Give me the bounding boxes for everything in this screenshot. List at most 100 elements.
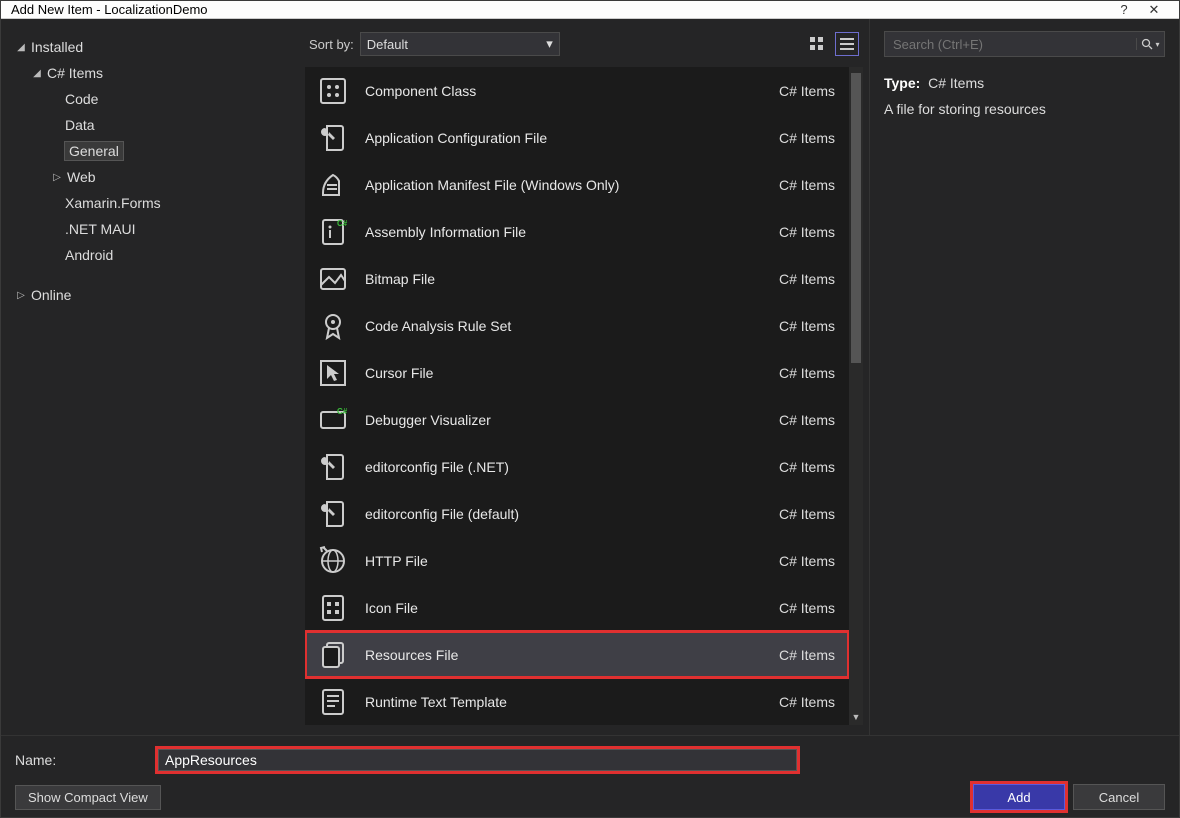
cursor-icon [315,355,351,391]
template-row[interactable]: Runtime Text Template C# Items [305,678,849,725]
search-icon[interactable]: ▾ [1136,38,1164,50]
tree-item-general[interactable]: General [15,138,291,164]
template-row[interactable]: Code Analysis Rule Set C# Items [305,302,849,349]
globe-icon [315,543,351,579]
template-category: C# Items [779,694,835,710]
help-button[interactable]: ? [1109,2,1139,17]
template-name: Runtime Text Template [365,694,765,710]
add-button[interactable]: Add [973,784,1065,810]
tree-item-installed[interactable]: ◢ Installed [15,34,291,60]
template-list[interactable]: Component ClassC# ItemsApplication Confi… [305,67,849,725]
template-row[interactable]: editorconfig File (.NET)C# Items [305,443,849,490]
name-field-highlight [155,746,800,774]
compact-view-button[interactable]: Show Compact View [15,785,161,810]
template-row[interactable]: Debugger Visualizer C# Items [305,396,849,443]
template-category: C# Items [779,647,835,663]
type-line: Type: C# Items [884,75,1165,91]
tree-item-netmaui[interactable]: .NET MAUI [15,216,291,242]
text-page-icon [315,684,351,720]
triangle-right-icon: ▷ [51,172,63,183]
chevron-down-icon: ▾ [546,36,553,52]
description-text: A file for storing resources [884,101,1165,117]
template-name: Assembly Information File [365,224,765,240]
tree-item-android[interactable]: Android [15,242,291,268]
category-tree: ◢ Installed ◢ C# Items Code Data General… [1,19,301,735]
template-category: C# Items [779,553,835,569]
template-name: Icon File [365,600,765,616]
icon-file-icon [315,590,351,626]
info-cs-icon [315,214,351,250]
component-icon [315,73,351,109]
badge-icon [315,308,351,344]
template-row[interactable]: Bitmap File C# Items [305,255,849,302]
scroll-down-icon[interactable]: ▼ [849,711,863,725]
template-list-pane: Sort by: Default ▾ Component ClassC# Ite… [301,19,869,735]
template-row[interactable]: Cursor File C# Items [305,349,849,396]
template-row[interactable]: Resources File C# Items [305,631,849,678]
template-category: C# Items [779,412,835,428]
scrollbar-thumb[interactable] [851,73,861,363]
dialog-window: Add New Item - LocalizationDemo ? ✕ ◢ In… [0,0,1180,818]
template-name: HTTP File [365,553,765,569]
debug-cs-icon [315,402,351,438]
template-row[interactable]: Application Manifest File (Windows Only)… [305,161,849,208]
template-category: C# Items [779,177,835,193]
template-list-wrap: Component ClassC# ItemsApplication Confi… [305,67,863,725]
triangle-right-icon: ▷ [15,290,27,301]
name-row: Name: [15,746,1165,774]
search-input[interactable] [885,37,1136,52]
template-row[interactable]: Assembly Information File C# Items [305,208,849,255]
tree-item-xamarin[interactable]: Xamarin.Forms [15,190,291,216]
template-category: C# Items [779,365,835,381]
template-name: Application Manifest File (Windows Only) [365,177,765,193]
template-name: editorconfig File (default) [365,506,765,522]
template-name: Code Analysis Rule Set [365,318,765,334]
view-list-button[interactable] [835,32,859,56]
template-row[interactable]: editorconfig File (default) C# Items [305,490,849,537]
template-row[interactable]: Icon File C# Items [305,584,849,631]
button-row: Show Compact View Add Cancel [15,784,1165,810]
template-category: C# Items [779,600,835,616]
tree-item-code[interactable]: Code [15,86,291,112]
template-row[interactable]: HTTP File C# Items [305,537,849,584]
template-name: Resources File [365,647,765,663]
template-row[interactable]: Application Configuration File C# Items [305,114,849,161]
wrench-page-icon [315,496,351,532]
template-category: C# Items [779,224,835,240]
template-name: Bitmap File [365,271,765,287]
bottom-bar: Name: Show Compact View Add Cancel [1,735,1179,817]
details-pane: ▾ Type: C# Items A file for storing reso… [869,19,1179,735]
wrench-page-icon [315,120,351,156]
content-area: ◢ Installed ◢ C# Items Code Data General… [1,19,1179,735]
template-name: editorconfig File (.NET) [365,459,765,475]
template-category: C# Items [779,271,835,287]
name-label: Name: [15,752,135,768]
manifest-icon [315,167,351,203]
tree-item-csharp[interactable]: ◢ C# Items [15,60,291,86]
titlebar: Add New Item - LocalizationDemo ? ✕ [1,1,1179,19]
tree-item-web[interactable]: ▷ Web [15,164,291,190]
sort-bar: Sort by: Default ▾ [305,29,863,59]
name-input[interactable] [158,749,797,771]
template-category: C# Items [779,506,835,522]
template-category: C# Items [779,83,835,99]
window-title: Add New Item - LocalizationDemo [11,2,1109,17]
template-name: Debugger Visualizer [365,412,765,428]
view-tiles-button[interactable] [805,32,829,56]
cancel-button[interactable]: Cancel [1073,784,1165,810]
triangle-down-icon: ◢ [31,68,43,79]
template-category: C# Items [779,318,835,334]
template-row[interactable]: Component ClassC# Items [305,67,849,114]
close-button[interactable]: ✕ [1139,2,1169,18]
bitmap-icon [315,261,351,297]
sort-label: Sort by: [305,37,354,52]
template-name: Cursor File [365,365,765,381]
search-box[interactable]: ▾ [884,31,1165,57]
sort-dropdown[interactable]: Default ▾ [360,32,560,56]
tree-item-data[interactable]: Data [15,112,291,138]
pages-icon [315,637,351,673]
scrollbar[interactable]: ▲ ▼ [849,67,863,725]
template-category: C# Items [779,130,835,146]
template-name: Application Configuration File [365,130,765,146]
tree-item-online[interactable]: ▷ Online [15,282,291,308]
